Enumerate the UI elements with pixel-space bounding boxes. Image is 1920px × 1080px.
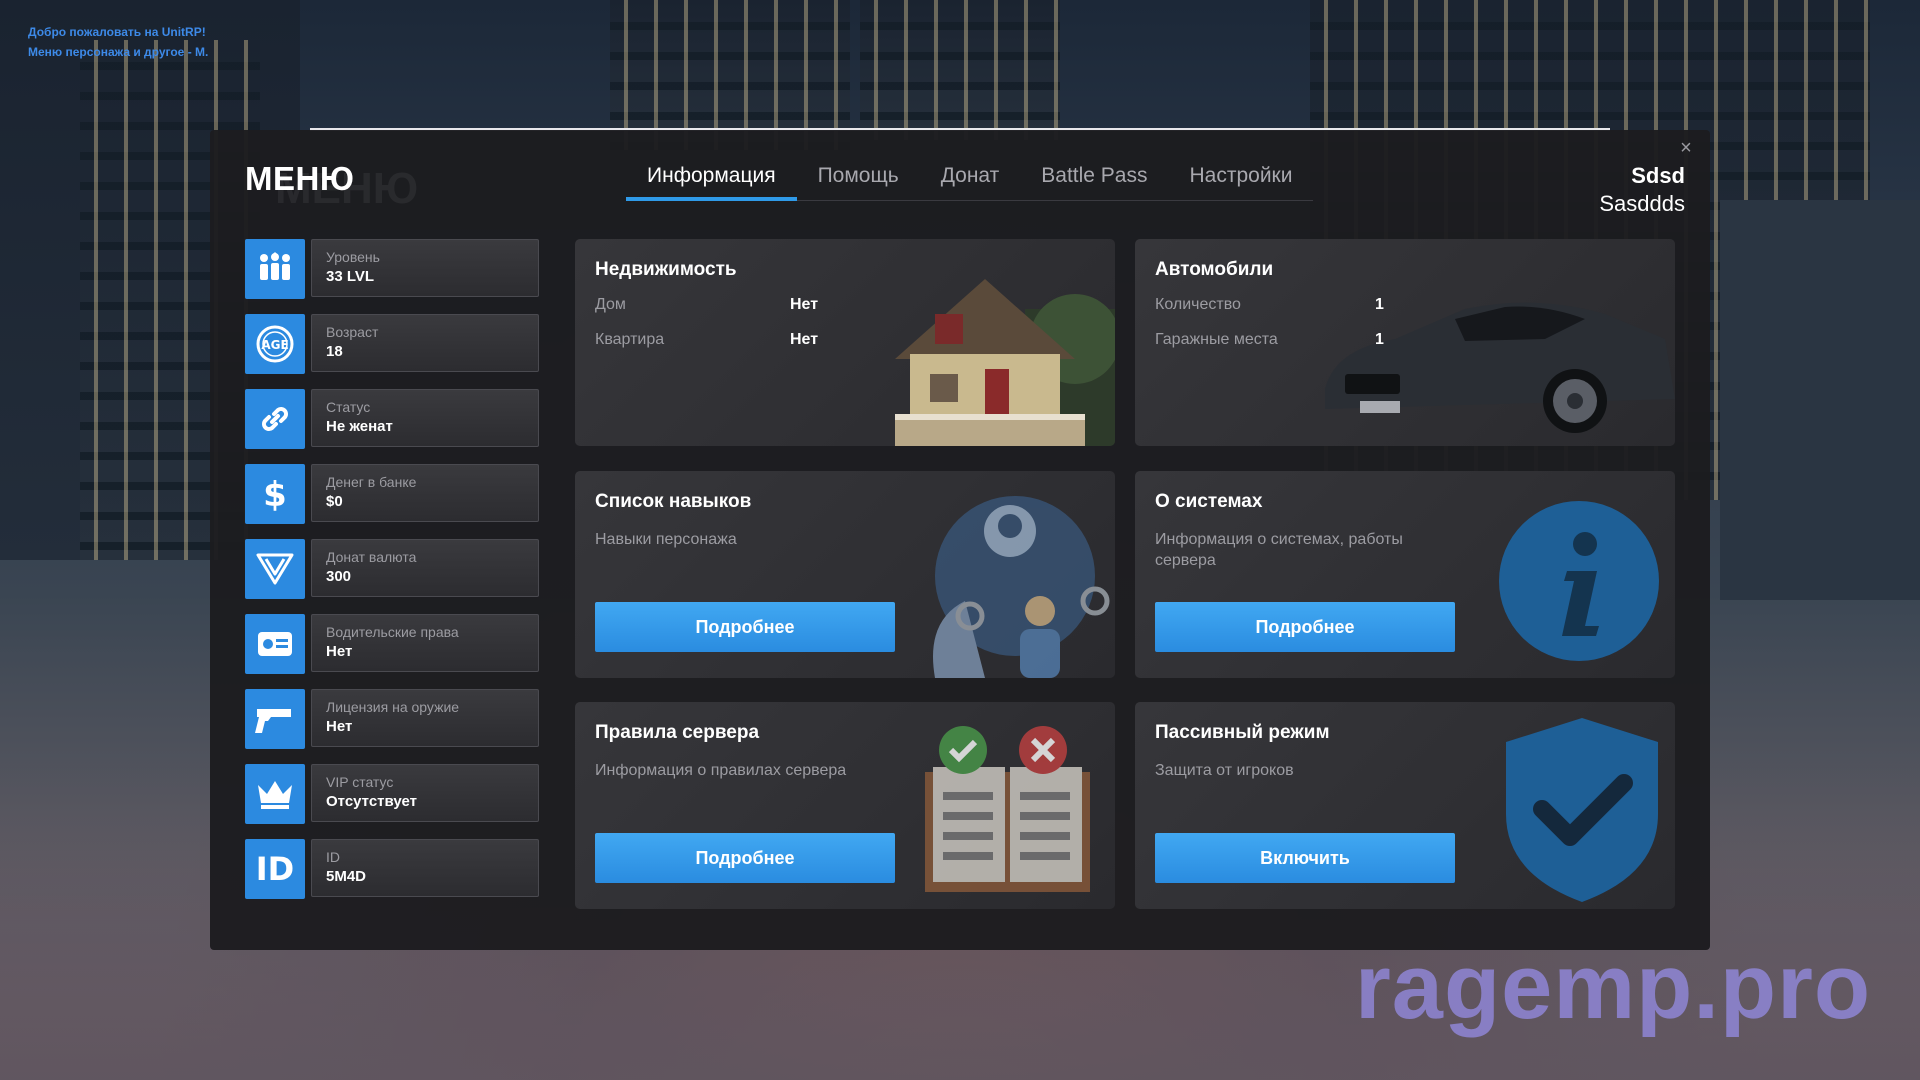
passive-title: Пассивный режим — [1155, 722, 1330, 743]
passive-card: Пассивный режим Защита от игроков Включи… — [1135, 702, 1675, 909]
stat-weapon-license: Лицензия на оружие Нет — [245, 689, 539, 749]
info-icon — [1497, 499, 1662, 669]
stat-age-value: 18 — [326, 343, 343, 360]
id-icon: ID — [245, 839, 305, 899]
stat-weapon-license-label: Лицензия на оружие — [326, 699, 460, 715]
systems-card: О системах Информация о системах, работы… — [1135, 471, 1675, 678]
stat-id-value: 5M4D — [326, 868, 367, 885]
passive-description: Защита от игроков — [1155, 762, 1294, 779]
stat-status: Статус Не женат — [245, 389, 539, 449]
stat-driver-license-label: Водительские права — [326, 624, 459, 640]
realty-house-label: Дом — [595, 296, 626, 313]
skills-more-button[interactable]: Подробнее — [595, 602, 895, 652]
svg-text:AGE: AGE — [261, 338, 288, 352]
stat-driver-license: Водительские права Нет — [245, 614, 539, 674]
stat-vip-value: Отсутствует — [326, 793, 418, 810]
stats-list: Уровень 33 LVL AGE Возраст 18 Статус Не жен… — [245, 239, 539, 914]
cars-count-label: Количество — [1155, 296, 1241, 313]
tab-battle-pass[interactable]: Battle Pass — [1020, 162, 1168, 200]
rules-title: Правила сервера — [595, 722, 760, 743]
stat-status-value: Не женат — [326, 418, 393, 435]
stat-age-label: Возраст — [326, 324, 379, 340]
cars-card: Автомобили Количество 1 Гаражные места 1 — [1135, 239, 1675, 446]
house-illustration — [875, 249, 1115, 446]
realty-house-value: Нет — [790, 296, 819, 313]
welcome-line-1: Добро пожаловать на UnitRP! — [28, 25, 206, 39]
car-illustration — [1305, 279, 1675, 444]
age-badge-icon: AGE — [245, 314, 305, 374]
tab-bar: Информация Помощь Донат Battle Pass Наст… — [626, 162, 1314, 201]
stat-weapon-license-value: Нет — [326, 718, 353, 735]
tab-information[interactable]: Информация — [626, 162, 797, 201]
skills-card: Список навыков Навыки персонажа Подробне… — [575, 471, 1115, 678]
realty-apartment-value: Нет — [790, 331, 819, 348]
tab-settings[interactable]: Настройки — [1169, 162, 1314, 200]
skills-title: Список навыков — [595, 491, 752, 512]
donate-currency-icon — [245, 539, 305, 599]
user-first-name: Sdsd — [1631, 163, 1685, 188]
menu-title: МЕНЮ — [245, 160, 355, 197]
user-name-block: Sdsd Sasddds — [1599, 162, 1685, 218]
rules-book-illustration — [915, 722, 1095, 907]
stat-level: Уровень 33 LVL — [245, 239, 539, 299]
systems-title: О системах — [1155, 491, 1263, 512]
stat-level-value: 33 LVL — [326, 268, 375, 285]
rules-description: Информация о правилах сервера — [595, 762, 847, 779]
cars-title: Автомобили — [1155, 259, 1274, 280]
driver-license-icon — [245, 614, 305, 674]
cars-garage-label: Гаражные места — [1155, 331, 1278, 348]
skills-description: Навыки персонажа — [595, 531, 737, 548]
stat-driver-license-value: Нет — [326, 643, 353, 660]
stat-status-label: Статус — [326, 399, 371, 415]
stat-donate-label: Донат валюта — [326, 549, 417, 565]
stat-id: ID ID 5M4D — [245, 839, 539, 899]
passive-enable-button[interactable]: Включить — [1155, 833, 1455, 883]
systems-more-button[interactable]: Подробнее — [1155, 602, 1455, 652]
watermark: ragemp.pro — [1355, 936, 1872, 1038]
level-people-icon — [245, 239, 305, 299]
systems-description: Информация о системах, работы сервера — [1155, 531, 1403, 569]
rules-card: Правила сервера Информация о правилах се… — [575, 702, 1115, 909]
stat-id-label: ID — [326, 849, 340, 865]
shield-check-icon — [1500, 714, 1665, 909]
close-icon[interactable]: × — [1676, 138, 1696, 158]
realty-apartment-label: Квартира — [595, 331, 665, 348]
cars-garage-value: 1 — [1375, 331, 1384, 348]
link-rings-icon — [245, 389, 305, 449]
rules-more-button[interactable]: Подробнее — [595, 833, 895, 883]
stat-bank-label: Денег в банке — [326, 474, 417, 490]
tab-help[interactable]: Помощь — [797, 162, 920, 200]
gun-icon — [245, 689, 305, 749]
tab-donate[interactable]: Донат — [920, 162, 1021, 200]
cars-count-value: 1 — [1375, 296, 1384, 313]
stat-bank: $ Денег в банке $0 — [245, 464, 539, 524]
realty-title: Недвижимость — [595, 259, 737, 280]
stat-age: AGE Возраст 18 — [245, 314, 539, 374]
stat-vip-label: VIP статус — [326, 774, 394, 790]
crown-icon — [245, 764, 305, 824]
skills-illustration — [925, 481, 1115, 678]
id-icon-glyph: ID — [255, 850, 295, 888]
svg-text:$: $ — [263, 475, 287, 514]
welcome-line-2: Меню персонажа и другое - M. — [28, 45, 209, 59]
dollar-icon: $ — [245, 464, 305, 524]
stat-vip: VIP статус Отсутствует — [245, 764, 539, 824]
stat-level-label: Уровень — [326, 249, 380, 265]
realty-card: Недвижимость Дом Нет Квартира Нет — [575, 239, 1115, 446]
welcome-message: Добро пожаловать на UnitRP! Меню персона… — [28, 22, 208, 62]
stat-donate: Донат валюта 300 — [245, 539, 539, 599]
stat-bank-value: $0 — [326, 493, 343, 510]
stat-donate-value: 300 — [326, 568, 352, 585]
user-last-name: Sasddds — [1599, 191, 1685, 216]
